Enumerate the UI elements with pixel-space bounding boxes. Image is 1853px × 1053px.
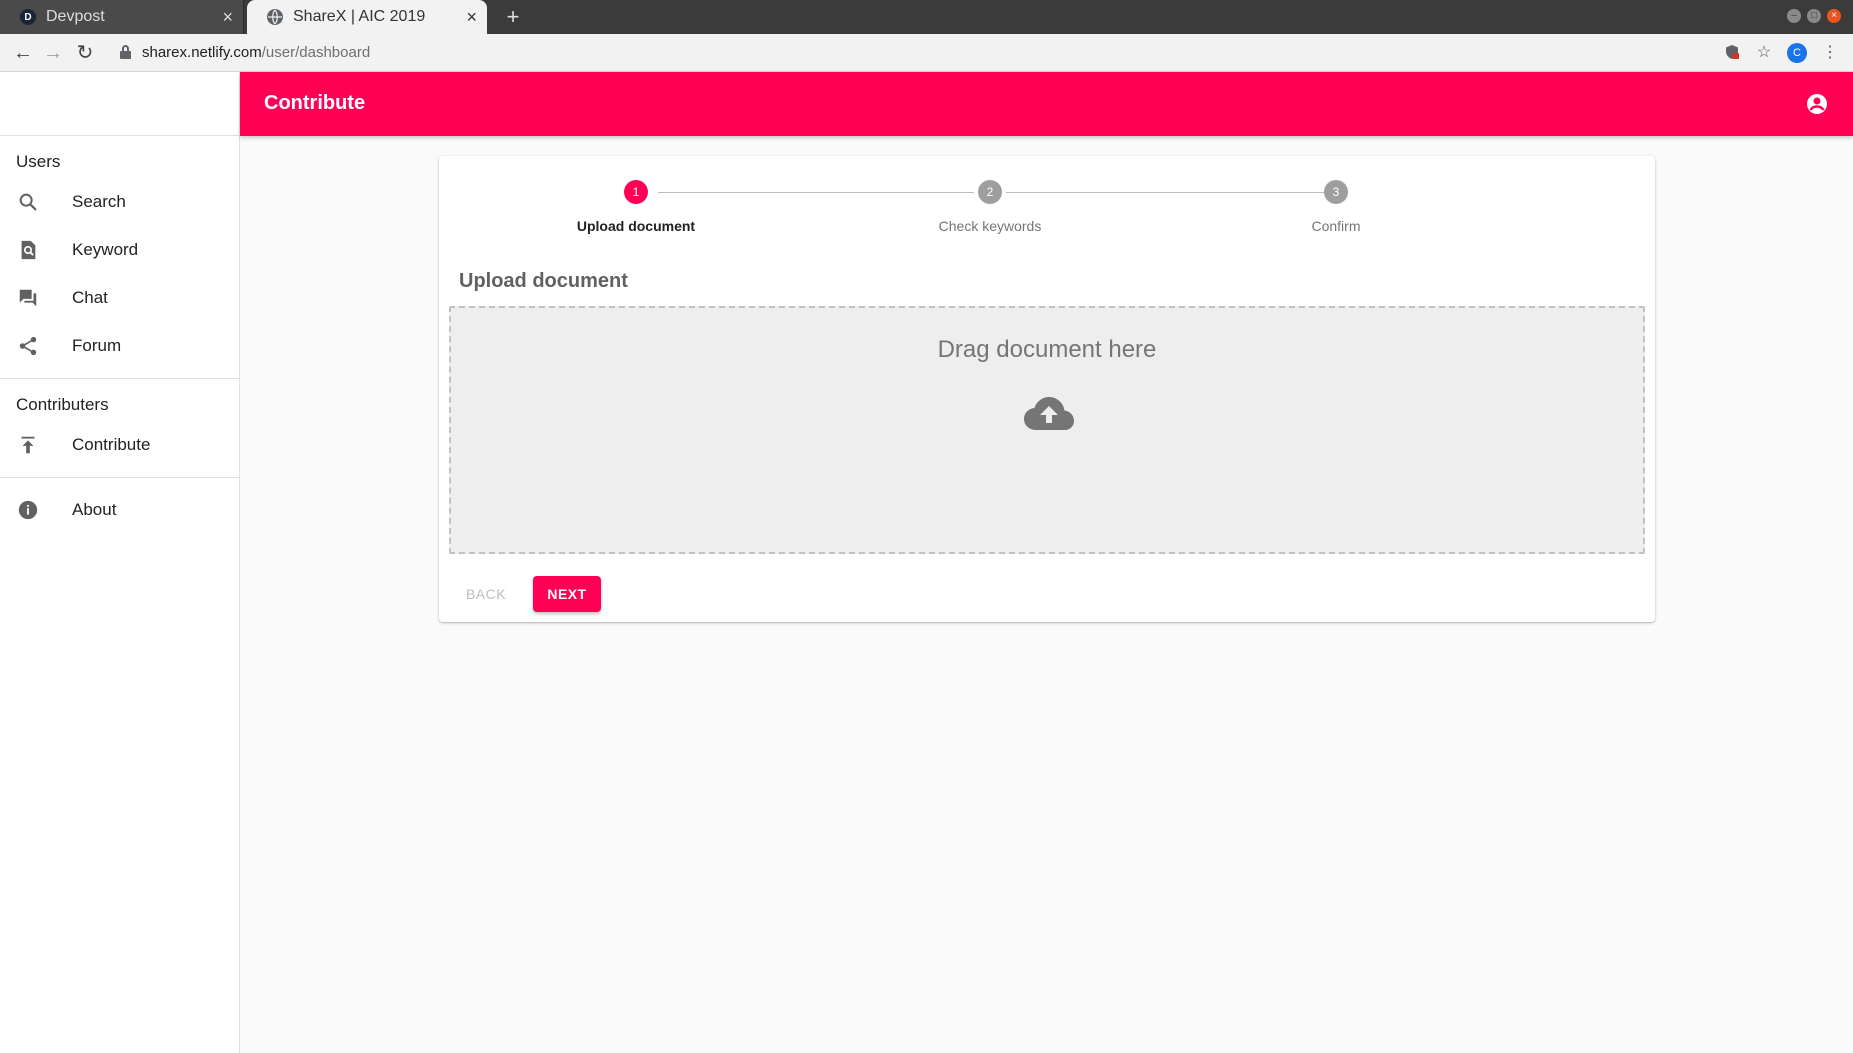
url-host: sharex.netlify.com <box>142 44 262 61</box>
devpost-favicon-icon: D <box>20 9 36 25</box>
share-icon <box>16 334 40 358</box>
forum-chat-icon <box>16 286 40 310</box>
sidebar-item-keyword[interactable]: Keyword <box>0 226 239 274</box>
sidebar-item-contribute[interactable]: Contribute <box>0 421 239 469</box>
sidebar: Users Search Keyword Chat Forum Contribu… <box>0 72 240 1053</box>
page-title: Contribute <box>264 92 366 114</box>
sidebar-divider <box>0 378 239 379</box>
close-tab-icon[interactable]: × <box>466 8 477 26</box>
browser-tab-devpost[interactable]: D Devpost × <box>0 0 244 34</box>
sidebar-item-label: Forum <box>72 336 122 355</box>
document-dropzone[interactable]: Drag document here <box>449 306 1645 554</box>
close-window-icon[interactable]: × <box>1827 9 1841 23</box>
sidebar-item-chat[interactable]: Chat <box>0 274 239 322</box>
url-path: /user/dashboard <box>261 44 371 61</box>
sidebar-item-about[interactable]: About <box>0 486 239 534</box>
sidebar-section-contributers: Contributers <box>16 395 109 414</box>
window-controls: – □ × <box>1787 9 1841 23</box>
lock-icon <box>120 45 131 59</box>
tab-title: ShareX | AIC 2019 <box>293 8 426 25</box>
back-arrow-icon[interactable]: ← <box>10 40 36 66</box>
upload-card: 1 Upload document 2 Check keywords 3 Con… <box>439 156 1655 622</box>
cloud-upload-icon <box>1023 396 1075 432</box>
step-number: 3 <box>1324 180 1348 204</box>
profile-avatar[interactable]: C <box>1787 43 1807 63</box>
stepper: 1 Upload document 2 Check keywords 3 Con… <box>439 156 1655 256</box>
sidebar-item-search[interactable]: Search <box>0 178 239 226</box>
sidebar-item-label: About <box>72 500 117 519</box>
minimize-window-icon[interactable]: – <box>1787 9 1801 23</box>
back-button[interactable]: BACK <box>451 576 521 612</box>
next-button[interactable]: NEXT <box>533 576 601 612</box>
sidebar-item-label: Contribute <box>72 435 151 454</box>
sidebar-divider <box>0 477 239 478</box>
sidebar-item-forum[interactable]: Forum <box>0 322 239 370</box>
reload-icon[interactable]: ↻ <box>72 40 98 66</box>
close-tab-icon[interactable]: × <box>222 8 233 26</box>
browser-tab-bar: D Devpost × ShareX | AIC 2019 × + – □ × <box>0 0 1853 34</box>
step-upload-document[interactable]: 1 Upload document <box>536 180 736 234</box>
search-icon <box>16 190 40 214</box>
bookmark-star-icon[interactable]: ☆ <box>1755 44 1773 62</box>
step-label: Check keywords <box>938 218 1042 234</box>
find-in-page-icon <box>16 238 40 262</box>
info-icon <box>16 498 40 522</box>
maximize-window-icon[interactable]: □ <box>1807 9 1821 23</box>
step-number: 1 <box>624 180 648 204</box>
globe-icon <box>267 9 283 25</box>
sidebar-header <box>0 72 239 136</box>
new-tab-button[interactable]: + <box>500 4 526 30</box>
sidebar-item-label: Search <box>72 192 126 211</box>
step-label: Confirm <box>1311 218 1361 234</box>
account-circle-icon[interactable] <box>1805 92 1829 116</box>
tab-title: Devpost <box>46 8 105 25</box>
app-bar: Contribute <box>240 72 1853 136</box>
sidebar-item-label: Chat <box>72 288 108 307</box>
browser-tab-sharex[interactable]: ShareX | AIC 2019 × <box>247 0 487 34</box>
sidebar-item-label: Keyword <box>72 240 139 259</box>
toolbar-actions: ☆ C ⋮ <box>1723 43 1839 63</box>
upload-heading: Upload document <box>459 270 628 292</box>
step-number: 2 <box>978 180 1002 204</box>
browser-toolbar: ← → ↻ sharex.netlify.com/user/dashboard … <box>0 34 1853 72</box>
address-bar[interactable]: sharex.netlify.com/user/dashboard <box>142 44 370 61</box>
forward-arrow-icon[interactable]: → <box>40 40 66 66</box>
step-label: Upload document <box>576 218 696 234</box>
browser-menu-icon[interactable]: ⋮ <box>1821 44 1839 62</box>
publish-icon <box>16 433 40 457</box>
sidebar-section-users: Users <box>16 152 61 171</box>
step-confirm[interactable]: 3 Confirm <box>1236 180 1436 234</box>
extension-icon[interactable] <box>1723 44 1741 62</box>
dropzone-text: Drag document here <box>937 336 1157 363</box>
step-check-keywords[interactable]: 2 Check keywords <box>890 180 1090 234</box>
